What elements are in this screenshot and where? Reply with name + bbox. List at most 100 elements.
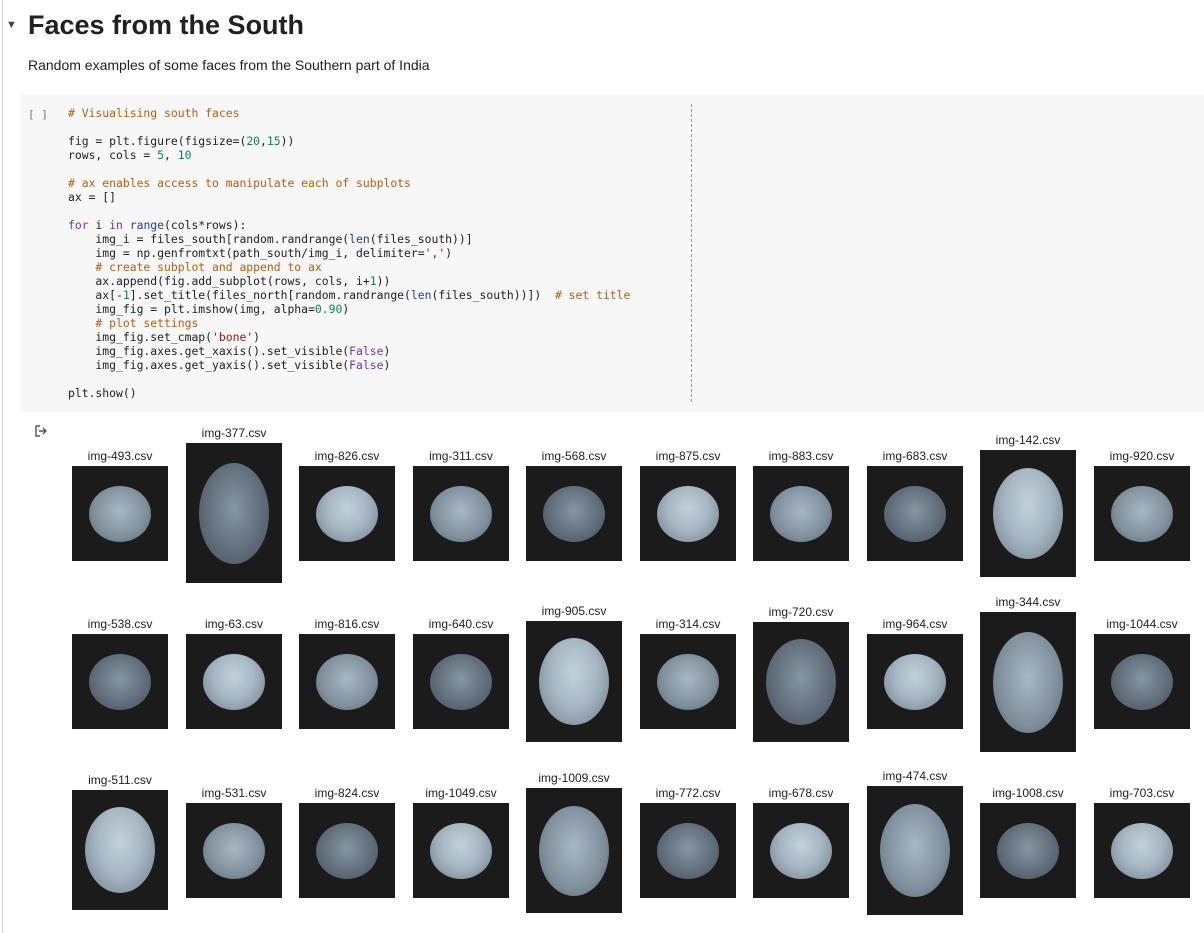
- image-title: img-905.csv: [541, 604, 607, 618]
- code-token: img = np.genfromtxt(path_south/img_i, de…: [68, 246, 425, 260]
- face-image: [299, 634, 395, 729]
- code-token: # ax enables access to manipulate each o…: [68, 176, 411, 190]
- face-oval: [89, 486, 151, 542]
- code-token: 10: [177, 148, 192, 162]
- image-title: img-1049.csv: [425, 786, 497, 800]
- code-token: (cols*rows):: [164, 218, 247, 232]
- code-line: for i in range(cols*rows):: [68, 218, 630, 232]
- output-exit-icon[interactable]: [34, 424, 48, 438]
- face-image: [980, 450, 1076, 577]
- face-oval: [89, 654, 151, 710]
- face-oval: [316, 486, 378, 542]
- code-token: img_fig = plt.imshow(img, alpha=: [68, 302, 315, 316]
- code-token: ].set_title(files_north[random.randrange…: [129, 288, 411, 302]
- face-image: [1094, 466, 1190, 561]
- code-line: ax = []: [68, 190, 630, 204]
- code-token: in: [109, 218, 123, 232]
- face-oval: [430, 486, 492, 542]
- code-line: # plot settings: [68, 316, 630, 330]
- face-oval: [543, 486, 605, 542]
- face-oval: [203, 654, 265, 710]
- image-title: img-964.csv: [882, 617, 948, 631]
- code-token: # Visualising south faces: [68, 106, 240, 120]
- collapse-arrow-icon[interactable]: ▼: [6, 19, 17, 31]
- face-oval: [657, 654, 719, 710]
- code-token: 20: [246, 134, 261, 148]
- face-oval: [993, 632, 1063, 733]
- face-image: [186, 443, 282, 583]
- face-image: [186, 803, 282, 898]
- code-token: (files_south))]): [431, 288, 555, 302]
- face-oval: [1111, 654, 1173, 710]
- code-line: img_i = files_south[random.randrange(len…: [68, 232, 630, 246]
- image-title: img-683.csv: [882, 449, 948, 463]
- face-image: [640, 634, 736, 729]
- code-token: ,: [164, 148, 178, 162]
- code-token: for: [68, 218, 89, 232]
- code-token: # set title: [554, 288, 631, 302]
- face-oval: [993, 468, 1063, 559]
- section-description: Random examples of some faces from the S…: [28, 57, 430, 73]
- image-title: img-511.csv: [88, 773, 152, 787]
- face-oval: [884, 486, 946, 542]
- face-image: [753, 466, 849, 561]
- code-line: img_fig.axes.get_yaxis().set_visible(Fal…: [68, 358, 630, 372]
- face-image: [867, 466, 963, 561]
- code-token: ',': [424, 246, 446, 260]
- face-image: [1094, 634, 1190, 729]
- code-token: ): [383, 344, 391, 358]
- code-token: )): [376, 274, 391, 288]
- face-oval: [430, 654, 492, 710]
- code-token: ): [445, 246, 453, 260]
- face-oval: [770, 486, 832, 542]
- face-image: [186, 634, 282, 729]
- face-oval: [766, 639, 836, 725]
- face-image: [640, 803, 736, 898]
- section-left-rule: [2, 0, 3, 933]
- line-length-ruler: [691, 104, 692, 402]
- code-token: img_fig.axes.get_xaxis().set_visible(: [68, 344, 350, 358]
- code-token: ): [342, 302, 350, 316]
- code-token: img_fig.axes.get_yaxis().set_visible(: [68, 358, 350, 372]
- run-cell-button[interactable]: [ ]: [28, 108, 48, 121]
- code-token: range: [129, 218, 165, 232]
- face-oval: [884, 654, 946, 710]
- code-editor[interactable]: # Visualising south faces fig = plt.figu…: [68, 106, 630, 400]
- image-title: img-678.csv: [768, 786, 834, 800]
- face-image: [72, 790, 168, 910]
- code-token: # plot settings: [68, 316, 199, 330]
- face-image: [753, 622, 849, 742]
- code-line: img = np.genfromtxt(path_south/img_i, de…: [68, 246, 630, 260]
- face-image: [867, 634, 963, 729]
- code-line: ax.append(fig.add_subplot(rows, cols, i+…: [68, 274, 630, 288]
- face-image: [72, 466, 168, 561]
- code-token: img_fig.set_cmap(: [68, 330, 213, 344]
- face-image: [640, 466, 736, 561]
- face-image: [980, 612, 1076, 752]
- image-title: img-703.csv: [1109, 786, 1175, 800]
- section-title: Faces from the South: [28, 10, 305, 40]
- code-token: rows, cols =: [68, 148, 158, 162]
- code-line: img_fig = plt.imshow(img, alpha=0.90): [68, 302, 630, 316]
- code-token: )): [280, 134, 295, 148]
- code-line: # Visualising south faces: [68, 106, 630, 120]
- face-oval: [657, 486, 719, 542]
- code-token: ): [253, 330, 261, 344]
- code-token: 1: [122, 288, 130, 302]
- face-image: [526, 466, 622, 561]
- face-oval: [880, 804, 950, 897]
- face-oval: [199, 463, 269, 564]
- face-image: [867, 786, 963, 915]
- image-title: img-142.csv: [995, 433, 1061, 447]
- image-title: img-640.csv: [428, 617, 494, 631]
- code-token: False: [349, 344, 384, 358]
- face-oval: [997, 823, 1059, 879]
- code-token: ,: [260, 134, 267, 148]
- code-token: i: [88, 218, 110, 232]
- code-token: ax.append(fig.add_subplot(rows, cols, i+: [68, 274, 370, 288]
- code-token: img_i = files_south[random.randrange(: [68, 232, 350, 246]
- code-token: # create subplot and append to ax: [68, 260, 322, 274]
- face-oval: [1111, 486, 1173, 542]
